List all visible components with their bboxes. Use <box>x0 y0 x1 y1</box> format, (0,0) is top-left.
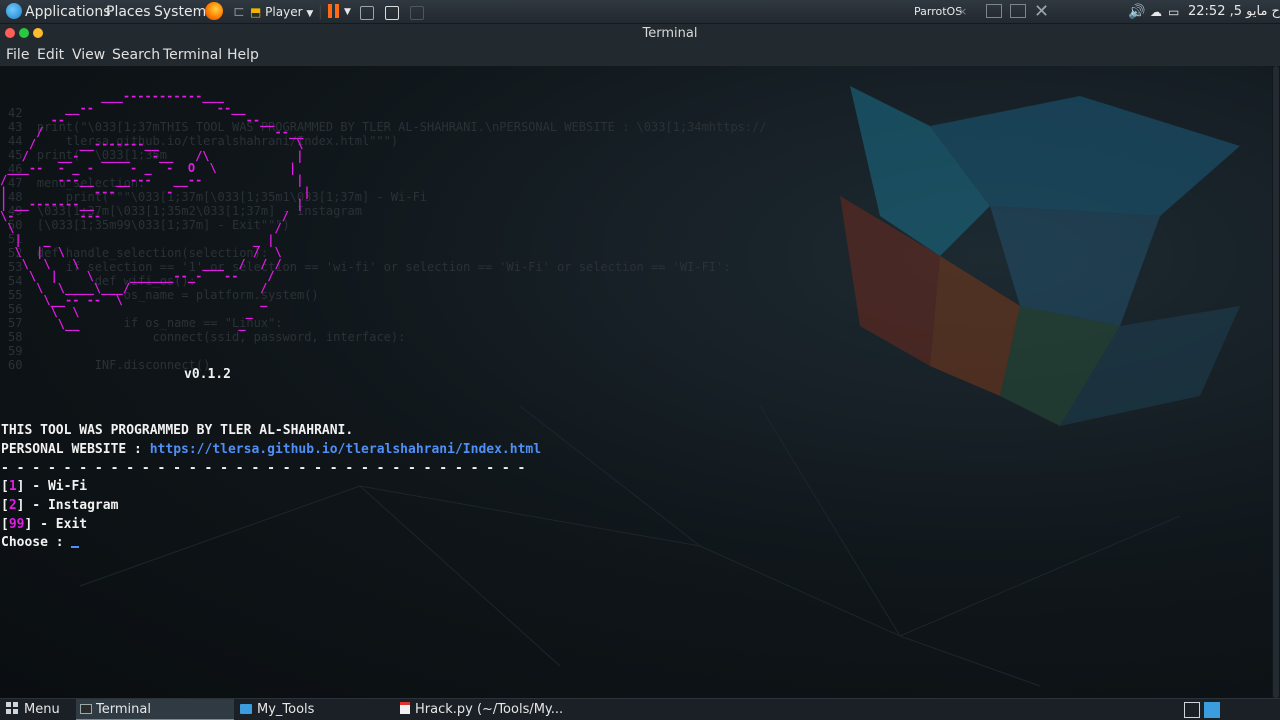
applications-menu[interactable]: Applications <box>6 0 111 24</box>
option-key: 1 <box>8 479 17 494</box>
taskbar: Menu Terminal My_Tools Hrack.py (~/Tools… <box>0 698 1280 720</box>
website-line: PERSONAL WEBSITE : https://tlersa.github… <box>1 441 541 459</box>
workspace-switcher-icon[interactable] <box>1184 702 1200 718</box>
option-label: - Exit <box>32 517 88 532</box>
divider: | <box>318 4 323 20</box>
pause-button[interactable] <box>328 0 342 24</box>
option-label: - Instagram <box>24 498 119 513</box>
option-key: 99 <box>8 517 25 532</box>
window-title: Terminal <box>642 26 698 41</box>
maximize-window-button[interactable] <box>19 28 29 38</box>
menu-grid-icon <box>6 702 18 714</box>
menu-help[interactable]: Help <box>227 46 259 64</box>
player-icon: ⬒ <box>250 5 262 19</box>
menu-search[interactable]: Search <box>112 46 160 64</box>
player-menu[interactable]: ⬒ Player ▼ <box>250 0 313 24</box>
option-instagram: [2] - Instagram <box>1 498 119 513</box>
task-my-tools[interactable]: My_Tools <box>238 699 394 720</box>
chevron-down-icon: ▼ <box>306 9 314 19</box>
task-hrack-editor[interactable]: Hrack.py (~/Tools/My... <box>398 699 578 720</box>
website-link[interactable]: https://tlersa.github.io/tleralshahrani/… <box>150 442 541 457</box>
scrollbar-thumb[interactable] <box>1273 66 1279 698</box>
close-window-button[interactable] <box>5 28 15 38</box>
keyboard-icon <box>360 6 374 20</box>
terminal-output[interactable]: 42 43 print("\033[1;37mTHIS TOOL WAS PRO… <box>0 66 1272 698</box>
option-label: - Wi-Fi <box>24 479 88 494</box>
top-panel: Applications Places System ⊏ ⬒ Player ▼ … <box>0 0 1280 24</box>
terminal-scrollbar[interactable] <box>1272 66 1280 698</box>
system-menu[interactable]: System <box>154 0 206 24</box>
folder-icon <box>240 704 252 714</box>
separator-icon: ⊏ <box>233 4 245 20</box>
clock[interactable]: ح مايو 5, 22:52 <box>1188 0 1280 24</box>
volume-icon[interactable]: 🔊 <box>1128 0 1145 24</box>
firefox-launcher[interactable] <box>205 2 223 26</box>
minimize-icon[interactable] <box>986 4 1002 18</box>
network-wallpaper <box>79 405 1181 687</box>
text-file-icon <box>400 702 410 714</box>
network-icon[interactable]: ☁ <box>1150 0 1162 24</box>
maximize-icon[interactable] <box>1010 4 1026 18</box>
choose-prompt[interactable]: Choose : <box>1 534 80 552</box>
window-controls <box>978 0 1026 24</box>
window-title-bar[interactable]: Terminal <box>0 24 1280 44</box>
menu-edit[interactable]: Edit <box>37 46 64 64</box>
programmed-by-line: THIS TOOL WAS PROGRAMMED BY TLER AL-SHAH… <box>1 423 354 438</box>
menu-bar: File Edit View Search Terminal Help <box>0 44 1280 66</box>
menu-terminal[interactable]: Terminal <box>163 46 222 64</box>
website-label: PERSONAL WEBSITE : <box>1 442 150 457</box>
option-key: 2 <box>8 498 17 513</box>
text-cursor <box>71 546 80 548</box>
tab-close-icon[interactable]: × <box>958 0 967 24</box>
close-icon[interactable]: ✕ <box>1034 0 1049 24</box>
display-icon[interactable]: ▭ <box>1168 0 1179 24</box>
task-label: Hrack.py (~/Tools/My... <box>415 702 564 717</box>
separator-line: - - - - - - - - - - - - - - - - - - - - … <box>1 461 526 476</box>
places-menu[interactable]: Places <box>106 0 151 24</box>
parrotos-tab[interactable]: ParrotOS <box>914 0 962 24</box>
player-label: Player <box>265 5 303 19</box>
applications-label: Applications <box>25 4 111 20</box>
version-label: v0.1.2 <box>184 367 231 382</box>
firefox-icon <box>205 2 223 20</box>
prompt-label: Choose : <box>1 535 72 550</box>
show-desktop-icon[interactable] <box>1204 702 1220 718</box>
menu-file[interactable]: File <box>6 46 29 64</box>
ascii-banner: ___-----------___ __-- --__ -- --__ / --… <box>0 89 311 331</box>
option-wifi: [1] - Wi-Fi <box>1 479 88 494</box>
start-menu-label: Menu <box>24 702 60 717</box>
unity-icon <box>410 6 424 20</box>
start-menu-button[interactable]: Menu <box>6 699 72 720</box>
option-exit: [99] - Exit <box>1 517 88 532</box>
task-label: Terminal <box>96 702 151 717</box>
fullscreen-icon <box>385 6 399 20</box>
parrot-logo-icon <box>6 3 22 19</box>
pause-dropdown-icon[interactable]: ▼ <box>344 0 351 24</box>
terminal-icon <box>80 704 92 714</box>
task-terminal[interactable]: Terminal <box>76 699 234 720</box>
task-label: My_Tools <box>257 702 315 717</box>
menu-view[interactable]: View <box>72 46 105 64</box>
